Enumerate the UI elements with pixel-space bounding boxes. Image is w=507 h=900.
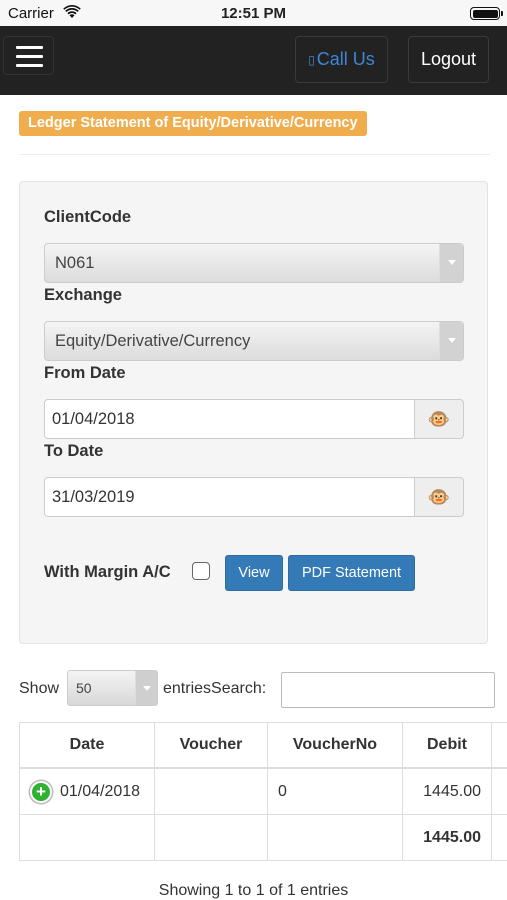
from-date-calendar-button[interactable]: 🐵	[414, 399, 464, 439]
page-length-value: 50	[76, 680, 92, 696]
search-label: Search:	[211, 680, 267, 697]
row-overflow	[492, 769, 507, 815]
phone-icon: ▯	[308, 52, 315, 67]
chevron-down-icon	[439, 244, 463, 282]
call-us-label: Call Us	[316, 49, 375, 69]
total-debit: 1445.00	[403, 815, 492, 861]
client-code-value: N061	[55, 254, 95, 272]
logout-button[interactable]: Logout	[408, 36, 489, 83]
client-code-label: ClientCode	[44, 208, 132, 226]
monkey-calendar-icon: 🐵	[427, 486, 451, 507]
table-row[interactable]: + 01/04/2018	[19, 769, 155, 815]
clock: 12:51 PM	[220, 5, 287, 22]
total-row-voucher-no	[268, 815, 403, 861]
expand-row-icon[interactable]: +	[30, 780, 52, 803]
total-row-voucher	[155, 815, 268, 861]
total-row-date	[19, 815, 155, 861]
status-bar: Carrier 12:51 PM	[0, 0, 507, 26]
pdf-statement-button[interactable]: PDF Statement	[288, 555, 415, 591]
top-navbar: ▯ Call Us Logout	[0, 26, 507, 95]
exchange-label: Exchange	[44, 286, 122, 304]
row-voucher-no: 0	[268, 769, 403, 815]
hamburger-icon	[16, 46, 43, 49]
call-us-button[interactable]: ▯ Call Us	[295, 36, 388, 83]
exchange-select[interactable]: Equity/Derivative/Currency	[44, 321, 464, 361]
monkey-calendar-icon: 🐵	[427, 408, 451, 429]
exchange-value: Equity/Derivative/Currency	[55, 332, 251, 350]
chevron-down-icon	[135, 671, 157, 705]
page-title-badge: Ledger Statement of Equity/Derivative/Cu…	[19, 111, 367, 136]
column-header-voucher[interactable]: Voucher	[155, 722, 268, 769]
hamburger-menu-button[interactable]	[3, 36, 54, 75]
table-info: Showing 1 to 1 of 1 entries	[158, 882, 349, 899]
search-input[interactable]	[281, 672, 495, 708]
column-header-debit[interactable]: Debit	[403, 722, 492, 769]
row-voucher	[155, 769, 268, 815]
view-button[interactable]: View	[225, 555, 283, 591]
ledger-table: Date Voucher VoucherNo Debit + 01/04/201…	[19, 722, 507, 862]
page-length-select[interactable]: 50	[67, 670, 158, 706]
entries-label: entries	[163, 680, 212, 697]
to-date-calendar-button[interactable]: 🐵	[414, 477, 464, 517]
to-date-label: To Date	[44, 442, 104, 460]
total-row-overflow	[492, 815, 507, 861]
column-header-overflow	[492, 722, 507, 769]
column-header-date[interactable]: Date	[19, 722, 155, 769]
row-debit: 1445.00	[403, 769, 492, 815]
from-date-label: From Date	[44, 364, 126, 382]
divider	[19, 154, 490, 155]
row-date: 01/04/2018	[60, 782, 141, 800]
client-code-select[interactable]: N061	[44, 243, 464, 283]
from-date-input[interactable]: 01/04/2018	[44, 399, 415, 439]
chevron-down-icon	[439, 322, 463, 360]
filter-form-panel: ClientCode N061 Exchange Equity/Derivati…	[19, 181, 488, 644]
column-header-voucherno[interactable]: VoucherNo	[268, 722, 403, 769]
with-margin-label: With Margin A/C	[44, 563, 171, 581]
show-entries-label: Show	[19, 680, 60, 697]
to-date-input[interactable]: 31/03/2019	[44, 477, 415, 517]
entries-search-label: entriesSearch:	[163, 680, 266, 698]
battery-icon	[470, 7, 503, 20]
with-margin-checkbox[interactable]	[192, 562, 210, 580]
